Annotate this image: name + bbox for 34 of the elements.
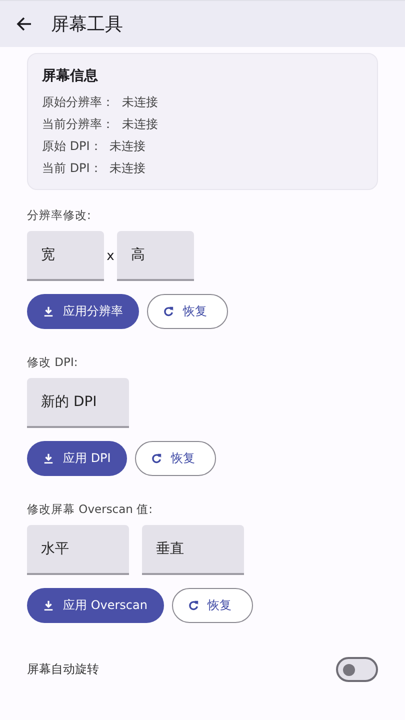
refresh-icon xyxy=(163,306,174,317)
input-field[interactable]: 垂直 xyxy=(142,525,244,575)
info-value: 未连接 xyxy=(110,161,146,175)
input-field[interactable]: 新的 DPI xyxy=(27,378,129,428)
info-value: 未连接 xyxy=(122,95,158,109)
input-field[interactable]: 水平 xyxy=(27,525,129,575)
card-title: 屏幕信息 xyxy=(42,67,99,85)
reset-button[interactable]: 恢复 xyxy=(172,588,252,623)
reset-button[interactable]: 恢复 xyxy=(134,441,216,476)
section-label: 修改 DPI: xyxy=(27,355,79,370)
apply-button[interactable]: 应用 Overscan xyxy=(27,588,164,623)
section-label: 修改屏幕 Overscan 值: xyxy=(27,502,154,517)
input-field[interactable]: 宽 xyxy=(27,231,104,281)
separator-text: x xyxy=(106,248,116,264)
apply-button[interactable]: 应用 DPI xyxy=(27,441,127,476)
screen-title: 屏幕工具 xyxy=(51,13,123,36)
back-icon[interactable] xyxy=(16,16,32,32)
info-label: 当前 DPI： xyxy=(42,161,102,175)
refresh-icon xyxy=(188,600,198,611)
info-label: 当前分辨率： xyxy=(42,117,114,131)
setting-label: 屏幕自动旋转 xyxy=(27,661,99,678)
apply-button[interactable]: 应用分辨率 xyxy=(27,294,139,329)
toggle-switch[interactable] xyxy=(336,657,378,682)
download-icon xyxy=(43,600,54,611)
reset-button[interactable]: 恢复 xyxy=(147,294,228,329)
info-label: 原始 DPI： xyxy=(42,139,102,153)
section-label: 分辨率修改: xyxy=(27,208,92,223)
refresh-icon xyxy=(150,453,162,464)
input-field[interactable]: 高 xyxy=(117,231,194,281)
info-label: 原始分辨率： xyxy=(42,95,114,109)
download-icon xyxy=(43,453,54,464)
download-icon xyxy=(43,306,54,317)
info-value: 未连接 xyxy=(122,117,158,131)
info-value: 未连接 xyxy=(110,139,146,153)
